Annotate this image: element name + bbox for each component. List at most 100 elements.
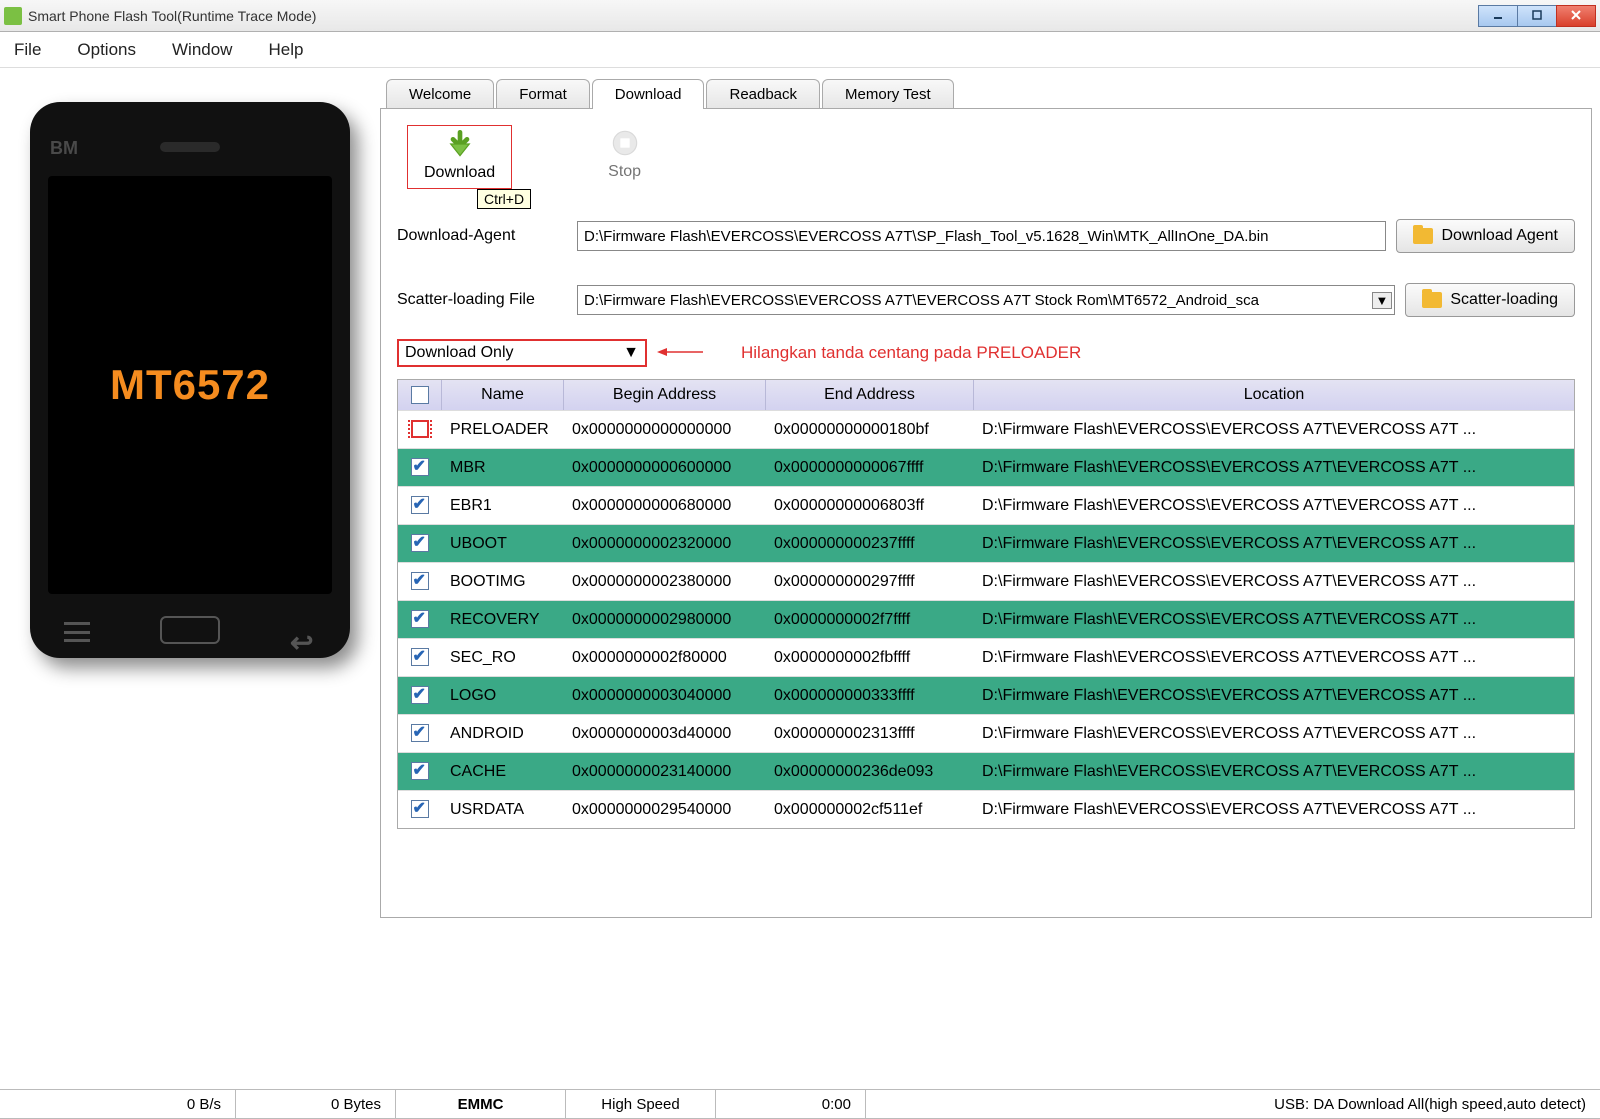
cell-end: 0x0000000002fbffff xyxy=(766,649,974,667)
table-row[interactable]: SEC_RO0x0000000002f800000x0000000002fbff… xyxy=(398,638,1574,676)
scatter-loading-button[interactable]: Scatter-loading xyxy=(1405,283,1575,317)
col-begin[interactable]: Begin Address xyxy=(564,380,766,410)
maximize-button[interactable] xyxy=(1517,5,1557,27)
cell-location: D:\Firmware Flash\EVERCOSS\EVERCOSS A7T\… xyxy=(974,725,1574,743)
download-tooltip: Ctrl+D xyxy=(477,189,531,209)
cell-end: 0x000000000297ffff xyxy=(766,573,974,591)
table-row[interactable]: PRELOADER0x00000000000000000x00000000000… xyxy=(398,410,1574,448)
cell-location: D:\Firmware Flash\EVERCOSS\EVERCOSS A7T\… xyxy=(974,497,1574,515)
cell-begin: 0x0000000000680000 xyxy=(564,497,766,515)
scatter-file-label: Scatter-loading File xyxy=(397,291,567,309)
row-checkbox[interactable] xyxy=(411,724,429,742)
download-agent-label: Download-Agent xyxy=(397,227,567,245)
status-bytes: 0 Bytes xyxy=(236,1090,396,1119)
cell-begin: 0x0000000003040000 xyxy=(564,687,766,705)
device-home-icon xyxy=(160,616,220,644)
cell-begin: 0x0000000023140000 xyxy=(564,763,766,781)
annotation-text: Hilangkan tanda centang pada PRELOADER xyxy=(741,343,1081,363)
app-icon xyxy=(4,7,22,25)
menu-file[interactable]: File xyxy=(8,38,47,62)
device-back-icon: ↩ xyxy=(290,626,320,648)
download-agent-input[interactable] xyxy=(577,221,1386,251)
row-checkbox[interactable] xyxy=(411,648,429,666)
tab-download[interactable]: Download xyxy=(592,79,705,109)
tab-format[interactable]: Format xyxy=(496,79,590,109)
chevron-down-icon: ▼ xyxy=(623,344,639,362)
device-brand: BM xyxy=(50,138,78,159)
cell-end: 0x000000000237ffff xyxy=(766,535,974,553)
cell-end: 0x000000002cf511ef xyxy=(766,801,974,819)
row-checkbox[interactable] xyxy=(411,686,429,704)
download-mode-select[interactable]: Download Only ▼ xyxy=(397,339,647,367)
cell-location: D:\Firmware Flash\EVERCOSS\EVERCOSS A7T\… xyxy=(974,763,1574,781)
col-location[interactable]: Location xyxy=(974,380,1574,410)
download-button[interactable]: Download xyxy=(407,125,512,189)
cell-begin: 0x0000000000000000 xyxy=(564,421,766,439)
table-row[interactable]: CACHE0x00000000231400000x00000000236de09… xyxy=(398,752,1574,790)
scatter-file-value[interactable]: D:\Firmware Flash\EVERCOSS\EVERCOSS A7T\… xyxy=(584,292,1372,309)
col-end[interactable]: End Address xyxy=(766,380,974,410)
cell-end: 0x00000000006803ff xyxy=(766,497,974,515)
row-checkbox[interactable] xyxy=(411,762,429,780)
scatter-dropdown-icon[interactable]: ▼ xyxy=(1372,292,1393,309)
cell-name: EBR1 xyxy=(442,497,564,515)
row-checkbox[interactable] xyxy=(411,800,429,818)
select-all-checkbox[interactable] xyxy=(411,386,429,404)
cell-name: SEC_RO xyxy=(442,649,564,667)
tab-strip: Welcome Format Download Readback Memory … xyxy=(380,79,1592,109)
cell-location: D:\Firmware Flash\EVERCOSS\EVERCOSS A7T\… xyxy=(974,649,1574,667)
window-title: Smart Phone Flash Tool(Runtime Trace Mod… xyxy=(28,8,1479,24)
cell-begin: 0x0000000003d40000 xyxy=(564,725,766,743)
close-button[interactable] xyxy=(1556,5,1596,27)
cell-location: D:\Firmware Flash\EVERCOSS\EVERCOSS A7T\… xyxy=(974,573,1574,591)
cell-name: RECOVERY xyxy=(442,611,564,629)
speaker-icon xyxy=(160,142,220,152)
partition-table: Name Begin Address End Address Location … xyxy=(397,379,1575,829)
menu-options[interactable]: Options xyxy=(71,38,142,62)
cell-begin: 0x0000000002f80000 xyxy=(564,649,766,667)
row-checkbox[interactable] xyxy=(411,420,429,438)
cell-name: BOOTIMG xyxy=(442,573,564,591)
cell-begin: 0x0000000000600000 xyxy=(564,459,766,477)
row-checkbox[interactable] xyxy=(411,496,429,514)
status-mode: USB: DA Download All(high speed,auto det… xyxy=(866,1090,1600,1119)
row-checkbox[interactable] xyxy=(411,458,429,476)
status-bar: 0 B/s 0 Bytes EMMC High Speed 0:00 USB: … xyxy=(0,1089,1600,1119)
title-bar: Smart Phone Flash Tool(Runtime Trace Mod… xyxy=(0,0,1600,32)
row-checkbox[interactable] xyxy=(411,610,429,628)
menu-bar: File Options Window Help xyxy=(0,32,1600,68)
minimize-button[interactable] xyxy=(1478,5,1518,27)
row-checkbox[interactable] xyxy=(411,534,429,552)
download-mode-value: Download Only xyxy=(405,344,514,362)
cell-name: PRELOADER xyxy=(442,421,564,439)
cell-name: LOGO xyxy=(442,687,564,705)
menu-window[interactable]: Window xyxy=(166,38,238,62)
status-link: High Speed xyxy=(566,1090,716,1119)
download-agent-button[interactable]: Download Agent xyxy=(1396,219,1575,253)
menu-help[interactable]: Help xyxy=(262,38,309,62)
cell-name: MBR xyxy=(442,459,564,477)
cell-name: UBOOT xyxy=(442,535,564,553)
tab-readback[interactable]: Readback xyxy=(706,79,820,109)
table-row[interactable]: BOOTIMG0x00000000023800000x000000000297f… xyxy=(398,562,1574,600)
download-button-label: Download xyxy=(424,164,495,182)
cell-begin: 0x0000000029540000 xyxy=(564,801,766,819)
cell-name: USRDATA xyxy=(442,801,564,819)
table-row[interactable]: EBR10x00000000006800000x00000000006803ff… xyxy=(398,486,1574,524)
table-row[interactable]: RECOVERY0x00000000029800000x0000000002f7… xyxy=(398,600,1574,638)
col-name[interactable]: Name xyxy=(442,380,564,410)
table-row[interactable]: LOGO0x00000000030400000x000000000333ffff… xyxy=(398,676,1574,714)
cell-location: D:\Firmware Flash\EVERCOSS\EVERCOSS A7T\… xyxy=(974,535,1574,553)
cell-name: ANDROID xyxy=(442,725,564,743)
table-row[interactable]: MBR0x00000000006000000x0000000000067ffff… xyxy=(398,448,1574,486)
table-row[interactable]: ANDROID0x0000000003d400000x000000002313f… xyxy=(398,714,1574,752)
cell-end: 0x0000000000067ffff xyxy=(766,459,974,477)
tab-memtest[interactable]: Memory Test xyxy=(822,79,954,109)
stop-button-label: Stop xyxy=(608,163,641,181)
tab-welcome[interactable]: Welcome xyxy=(386,79,494,109)
row-checkbox[interactable] xyxy=(411,572,429,590)
stop-button[interactable]: Stop xyxy=(592,125,657,187)
table-row[interactable]: UBOOT0x00000000023200000x000000000237fff… xyxy=(398,524,1574,562)
table-row[interactable]: USRDATA0x00000000295400000x000000002cf51… xyxy=(398,790,1574,828)
cell-name: CACHE xyxy=(442,763,564,781)
